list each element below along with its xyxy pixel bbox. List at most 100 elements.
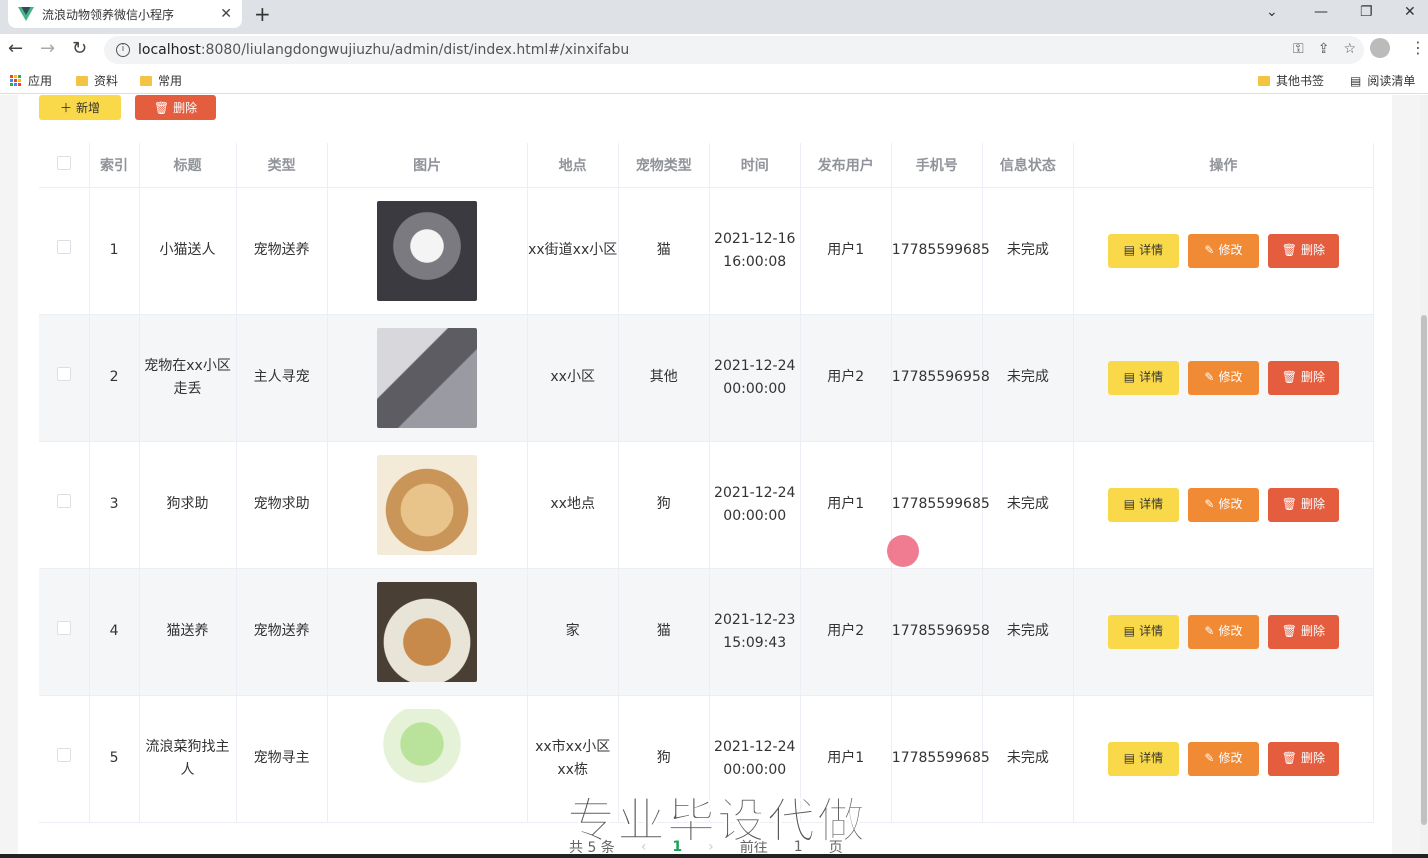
screen-bottom-edge <box>0 854 1428 858</box>
delete-button[interactable]: 🗑 删除 <box>1267 360 1339 395</box>
cell-actions: ▤ 详情 ✎ 修改 🗑 删除 <box>1073 187 1375 315</box>
bookmark-folder[interactable]: 常用 <box>140 72 182 89</box>
site-info-icon[interactable]: i <box>116 43 130 57</box>
bookmark-label: 资料 <box>94 74 119 88</box>
bookmark-label: 应用 <box>28 74 53 88</box>
cell-phone: 17785596958 <box>891 568 990 696</box>
table-row[interactable]: 4 猫送养 宠物送养 家猫 2021-12-23 15:09:43 用户2 17785596… <box>39 568 1375 696</box>
bookmark-label: 阅读清单 <box>1367 74 1416 88</box>
edit-button[interactable]: ✎ 修改 <box>1187 233 1259 268</box>
folder-icon <box>1258 75 1270 86</box>
select-all-cell[interactable] <box>39 143 90 188</box>
document-icon: ▤ <box>1123 243 1136 257</box>
edit-button[interactable]: ✎ 修改 <box>1187 741 1259 776</box>
data-table: 索引 标题 类型 图片 地点 宠物类型 时间 发布用户 手机号 信息状态 操作 … <box>39 143 1375 823</box>
edit-button[interactable]: ✎ 修改 <box>1187 487 1259 522</box>
row-checkbox[interactable] <box>56 748 71 762</box>
detail-button[interactable]: ▤ 详情 <box>1107 487 1179 522</box>
cell-status: 未完成 <box>982 441 1074 569</box>
column-header: 操作 <box>1073 143 1375 188</box>
cell-title: 猫送养 <box>139 568 237 696</box>
scrollbar-thumb[interactable] <box>1421 315 1427 825</box>
row-checkbox[interactable] <box>56 240 71 254</box>
trash-icon: 🗑 <box>1281 243 1298 257</box>
reload-icon[interactable]: ↻ <box>72 38 87 59</box>
address-bar[interactable]: i localhost :8080/liulangdongwujiuzhu/ad… <box>104 36 1364 64</box>
row-checkbox[interactable] <box>56 621 71 635</box>
column-header: 标题 <box>139 143 237 188</box>
delete-button[interactable]: 🗑 删除 <box>1267 487 1339 522</box>
row-select-cell[interactable] <box>39 695 90 823</box>
detail-label: 详情 <box>1139 243 1164 257</box>
delete-button[interactable]: 🗑 删除 <box>1267 233 1339 268</box>
close-tab-icon[interactable]: ✕ <box>220 6 232 22</box>
bulk-delete-button[interactable]: 🗑 删除 <box>135 95 216 120</box>
new-tab-icon[interactable]: + <box>254 2 271 26</box>
table-row[interactable]: 1 小猫送人 宠物送养 xx街道xx小区猫 2021-12-16 16:00:08 用户1… <box>39 187 1375 315</box>
column-header: 发布用户 <box>800 143 892 188</box>
row-select-cell[interactable] <box>39 314 90 442</box>
edit-button[interactable]: ✎ 修改 <box>1187 614 1259 649</box>
edit-label: 修改 <box>1218 751 1243 765</box>
delete-button[interactable]: 🗑 删除 <box>1267 614 1339 649</box>
plus-icon: ＋ <box>59 101 72 115</box>
profile-avatar[interactable] <box>1370 38 1390 58</box>
share-icon[interactable]: ⇪ <box>1318 41 1330 57</box>
row-select-cell[interactable] <box>39 441 90 569</box>
cell-index: 5 <box>89 695 140 823</box>
edit-label: 修改 <box>1218 370 1243 384</box>
tab-search-icon[interactable]: ⌄ <box>1266 4 1278 20</box>
forward-icon[interactable]: → <box>40 38 55 59</box>
cell-image <box>327 314 528 442</box>
table-row[interactable]: 3 狗求助 宠物求助 xx地点狗 2021-12-24 00:00:00 用户1 17785… <box>39 441 1375 569</box>
pencil-icon: ✎ <box>1204 497 1215 511</box>
row-select-cell[interactable] <box>39 187 90 315</box>
browser-tab[interactable]: 流浪动物领养微信小程序 ✕ <box>8 0 242 28</box>
delete-label: 删除 <box>1301 751 1326 765</box>
cell-user: 用户2 <box>800 314 892 442</box>
cell-time: 2021-12-23 15:09:43 <box>709 568 801 696</box>
detail-label: 详情 <box>1139 370 1164 384</box>
select-all-checkbox[interactable] <box>56 155 71 170</box>
delete-button[interactable]: 🗑 删除 <box>1267 741 1339 776</box>
row-checkbox[interactable] <box>56 494 71 508</box>
menu-icon[interactable]: ⋮ <box>1410 38 1426 57</box>
cell-type: 宠物送养 <box>236 187 328 315</box>
bookmark-folder[interactable]: 其他书签 <box>1258 72 1324 89</box>
minimize-icon[interactable]: — <box>1314 4 1328 20</box>
cell-user: 用户1 <box>800 187 892 315</box>
close-window-icon[interactable]: ✕ <box>1404 4 1416 20</box>
star-icon[interactable]: ☆ <box>1343 41 1356 57</box>
restore-icon[interactable]: ❐ <box>1360 4 1373 20</box>
add-button[interactable]: ＋ 新增 <box>39 95 121 120</box>
row-select-cell[interactable] <box>39 568 90 696</box>
delete-label: 删除 <box>1301 243 1326 257</box>
pencil-icon: ✎ <box>1204 624 1215 638</box>
detail-button[interactable]: ▤ 详情 <box>1107 614 1179 649</box>
edit-label: 修改 <box>1218 497 1243 511</box>
detail-button[interactable]: ▤ 详情 <box>1107 233 1179 268</box>
cell-status: 未完成 <box>982 187 1074 315</box>
column-header: 宠物类型 <box>618 143 710 188</box>
detail-button[interactable]: ▤ 详情 <box>1107 741 1179 776</box>
cell-image <box>327 187 528 315</box>
cell-place: xx街道xx小区 <box>527 187 619 315</box>
cell-title: 流浪菜狗找主人 <box>139 695 237 823</box>
cell-time: 2021-12-24 00:00:00 <box>709 441 801 569</box>
cell-image <box>327 568 528 696</box>
table-row[interactable]: 2 宠物在xx小区走丢 主人寻宠 xx小区 其他 2021-12-24 00:00:00 用… <box>39 314 1375 442</box>
edit-button[interactable]: ✎ 修改 <box>1187 360 1259 395</box>
detail-label: 详情 <box>1139 751 1164 765</box>
row-checkbox[interactable] <box>56 367 71 381</box>
bookmark-apps[interactable]: 应用 <box>10 72 52 89</box>
key-icon[interactable]: ⚿ <box>1293 41 1304 57</box>
back-icon[interactable]: ← <box>8 38 23 59</box>
bulk-delete-label: 删除 <box>173 101 198 115</box>
cell-index: 1 <box>89 187 140 315</box>
bookmark-folder[interactable]: 资料 <box>76 72 118 89</box>
cell-index: 3 <box>89 441 140 569</box>
reading-list[interactable]: ▤ 阅读清单 <box>1350 72 1415 89</box>
trash-icon: 🗑 <box>1281 370 1298 384</box>
detail-button[interactable]: ▤ 详情 <box>1107 360 1179 395</box>
bookmarks-bar: 应用 资料 常用 其他书签 ▤ 阅读清单 <box>0 66 1428 94</box>
